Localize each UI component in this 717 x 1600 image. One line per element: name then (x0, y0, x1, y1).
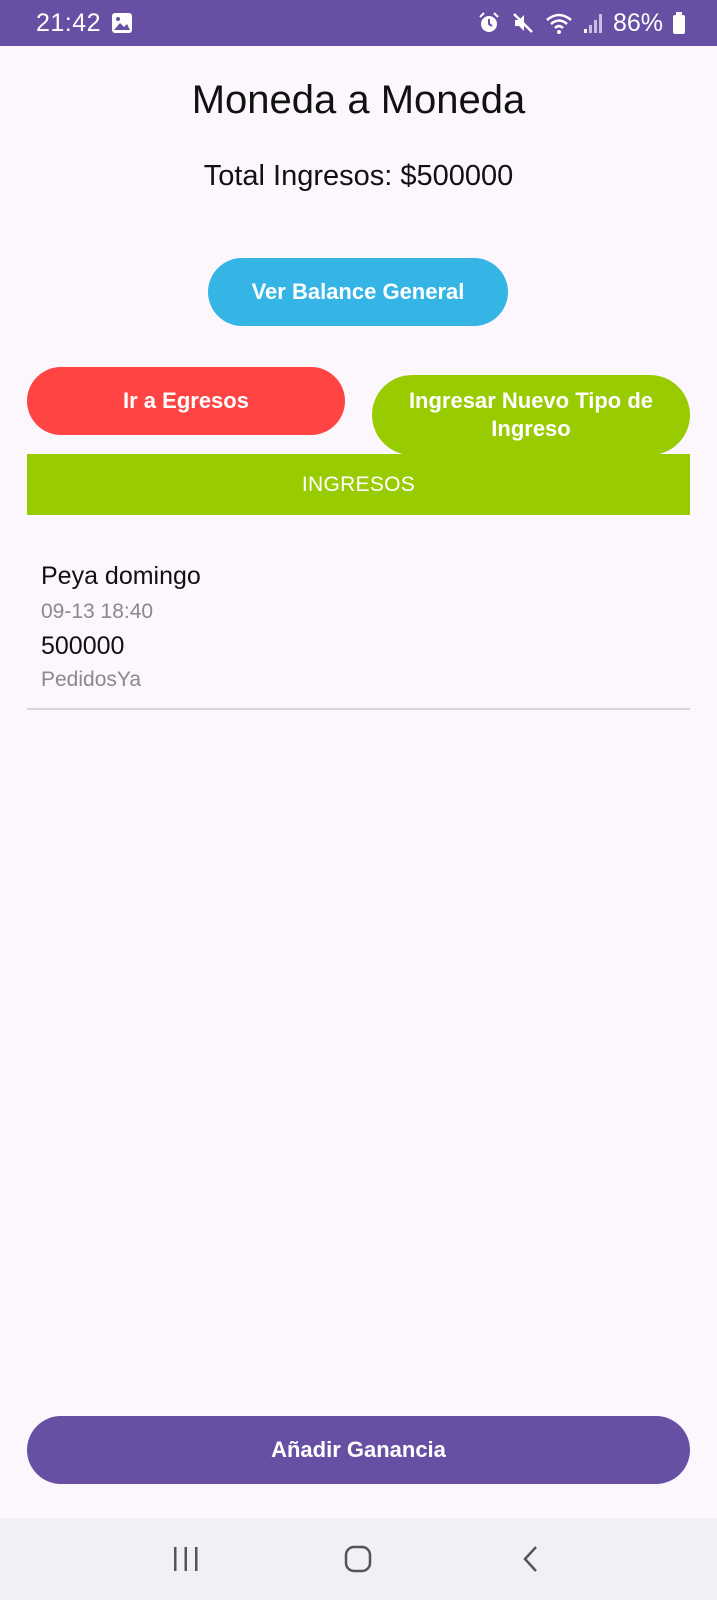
page-title: Moneda a Moneda (191, 78, 526, 122)
list-item[interactable]: Peya domingo 09-13 18:40 500000 PedidosY… (27, 540, 690, 710)
item-category: PedidosYa (41, 668, 142, 691)
egresos-button[interactable]: Ir a Egresos (27, 367, 345, 435)
item-name: Peya domingo (41, 562, 201, 590)
item-date: 09-13 18:40 (41, 600, 154, 623)
balance-general-button[interactable]: Ver Balance General (208, 258, 508, 326)
add-ganancia-button[interactable]: Añadir Ganancia (27, 1416, 690, 1484)
signal-icon (583, 12, 603, 34)
alarm-icon (477, 11, 501, 35)
item-amount: 500000 (41, 632, 125, 660)
recent-apps-icon[interactable] (156, 1529, 216, 1589)
battery-level: 86% (612, 8, 663, 37)
status-left: 21:42 (36, 9, 133, 38)
gallery-icon (111, 12, 133, 34)
total-ingresos: Total Ingresos: $500000 (203, 160, 514, 192)
home-icon[interactable] (328, 1529, 388, 1589)
status-bar: 21:42 86% (0, 0, 717, 46)
status-time: 21:42 (36, 8, 102, 37)
navigation-bar (0, 1518, 717, 1600)
mute-icon (511, 11, 535, 35)
back-icon[interactable] (501, 1529, 561, 1589)
ingresos-header: INGRESOS (27, 454, 690, 515)
nuevo-tipo-ingreso-button[interactable]: Ingresar Nuevo Tipo de Ingreso (372, 375, 690, 455)
wifi-icon (545, 11, 573, 35)
battery-icon (673, 12, 685, 34)
status-right: 86% (477, 9, 685, 38)
